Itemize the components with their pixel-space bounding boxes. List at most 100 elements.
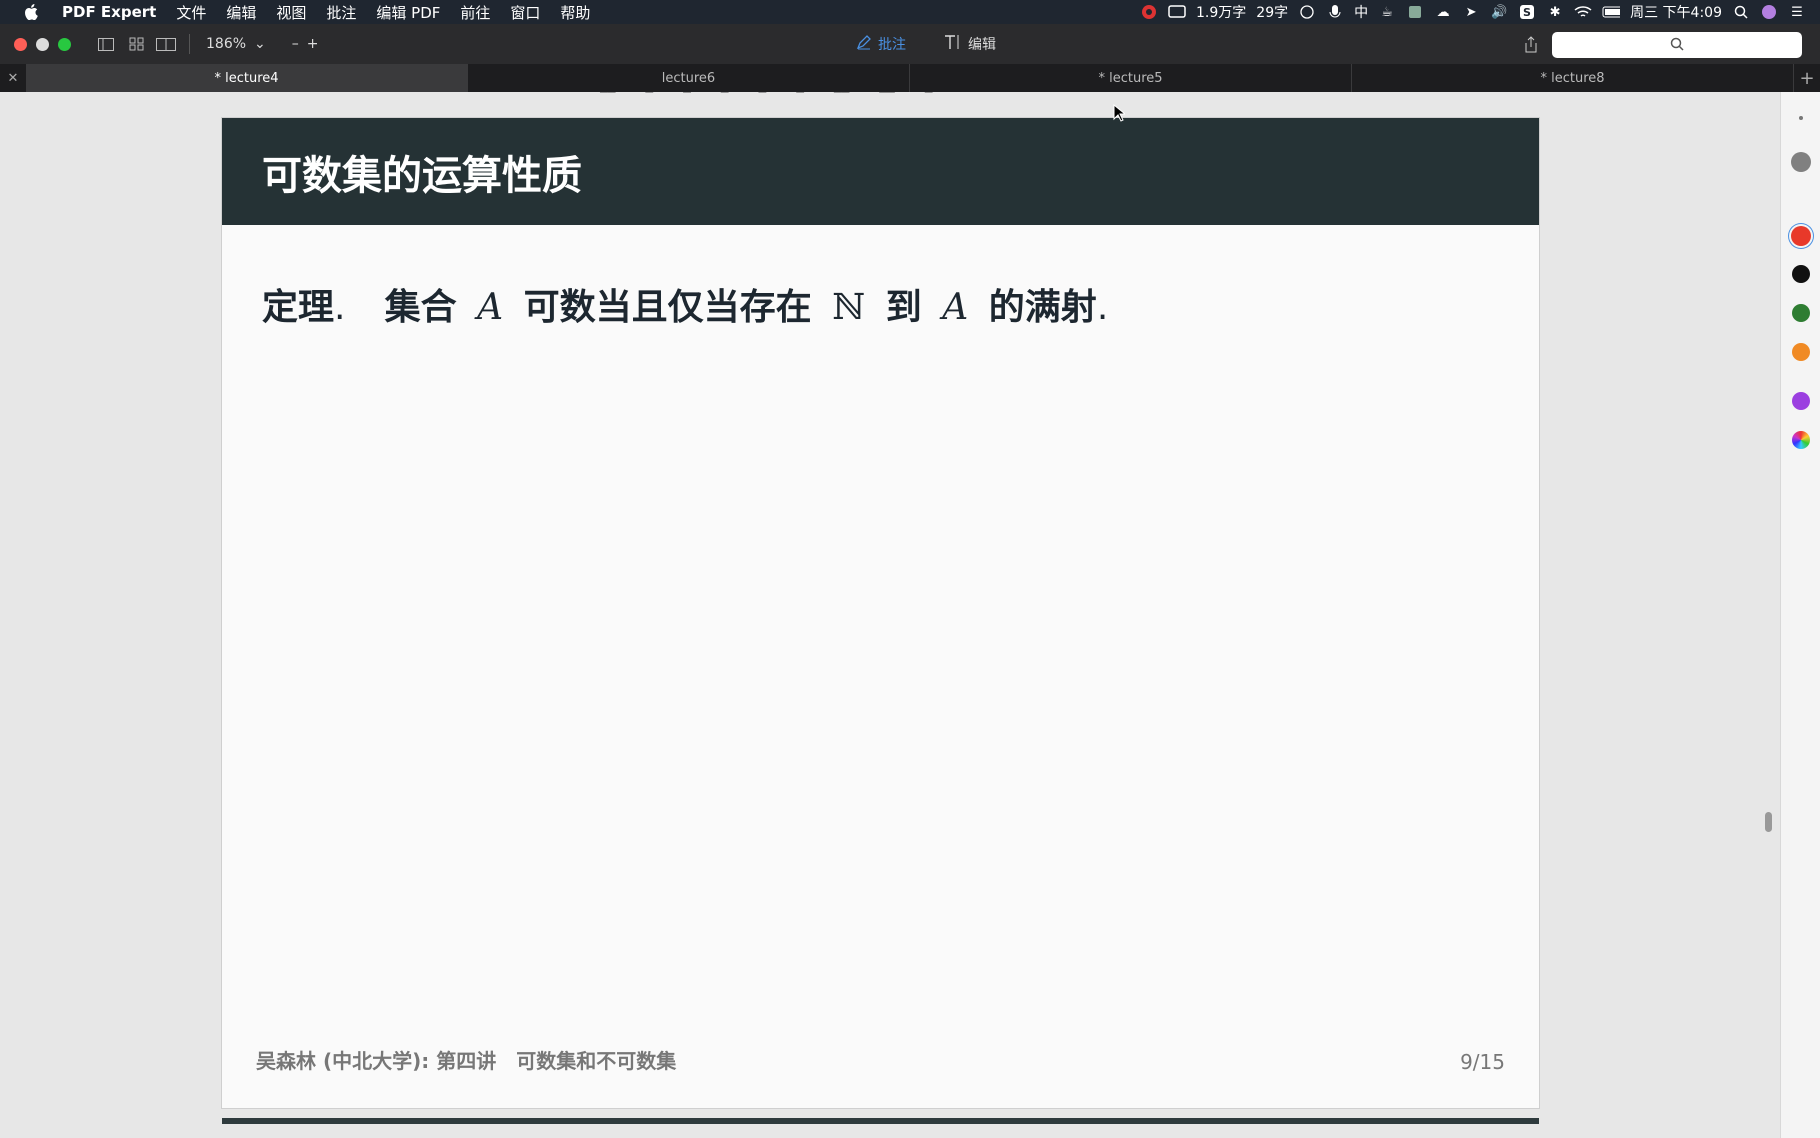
theorem-end-dot: .: [1096, 287, 1109, 328]
menu-annotate[interactable]: 批注: [316, 2, 366, 23]
minimize-window-button[interactable]: [36, 37, 49, 51]
pdf-page[interactable]: 可数集的运算性质 定理. 集合 A 可数当且仅当存在 ℕ 到 A 的满射. 吴森…: [222, 118, 1539, 1108]
theorem-text-3: 到: [885, 287, 922, 328]
next-page-edge: [222, 1118, 1539, 1124]
word-count-status[interactable]: 1.9万字: [1196, 2, 1246, 22]
zoom-out-button[interactable]: –: [292, 36, 299, 52]
ghost-tool-icon: ▀: [683, 92, 691, 99]
search-icon: [1670, 37, 1684, 55]
color-swatch-green[interactable]: [1792, 304, 1810, 322]
svg-text:S: S: [1523, 6, 1531, 19]
spotlight-search-icon[interactable]: [1732, 4, 1750, 20]
document-view[interactable]: ▀▀ ▀ ▀ ▀ ▀ ▀ ▀▀ ▀▀ ▀ 可数集的运算性质 定理. 集合 A 可…: [0, 92, 1780, 1138]
edit-label: 编辑: [968, 37, 996, 53]
smiley-icon[interactable]: [1298, 4, 1316, 20]
slide-footer-author: 吴森林 (中北大学): 第四讲 可数集和不可数集: [256, 1049, 677, 1073]
creative-cloud-icon[interactable]: [1140, 4, 1158, 20]
app-icon[interactable]: [1406, 4, 1424, 20]
menu-go[interactable]: 前往: [450, 2, 500, 23]
battery-icon[interactable]: [1602, 4, 1621, 20]
display-icon[interactable]: [1168, 4, 1186, 20]
app-toolbar: 186% ⌄ – + 批注 编辑: [0, 24, 1820, 64]
clock[interactable]: 周三 下午4:09: [1630, 2, 1722, 22]
scrollbar-thumb[interactable]: [1765, 812, 1772, 832]
theorem-text-4: 的满射: [988, 287, 1097, 328]
input-method-status[interactable]: 中: [1354, 2, 1368, 22]
color-wheel-icon[interactable]: [1792, 431, 1810, 449]
bluetooth-icon[interactable]: ✱: [1546, 4, 1564, 20]
pen-icon: [856, 34, 872, 54]
close-window-button[interactable]: [14, 37, 27, 51]
menu-view[interactable]: 视图: [266, 2, 316, 23]
ghost-tool-icon: ▀: [924, 92, 933, 99]
menu-window[interactable]: 窗口: [500, 2, 550, 23]
slide-header: 可数集的运算性质: [222, 118, 1539, 225]
ghost-tool-icon: ▀: [796, 92, 804, 99]
menu-app-name[interactable]: PDF Expert: [52, 3, 166, 21]
mode-switcher: 批注 编辑: [856, 24, 996, 64]
ghost-tool-icon: ▀: [645, 92, 654, 99]
sidebar-toggle-icon[interactable]: [91, 31, 121, 57]
color-swatch-red[interactable]: [1791, 226, 1811, 246]
notification-center-icon[interactable]: ☰: [1788, 4, 1806, 20]
color-swatch-purple[interactable]: [1792, 392, 1810, 410]
color-swatch-gray[interactable]: [1791, 152, 1811, 172]
math-symbol-n: ℕ: [832, 287, 866, 328]
theorem-text-1: 集合: [384, 287, 457, 328]
share-icon[interactable]: [1518, 31, 1544, 57]
wifi-icon[interactable]: [1574, 4, 1592, 20]
microphone-icon[interactable]: [1326, 4, 1344, 20]
tab-lecture5[interactable]: * lecture5: [910, 64, 1352, 92]
color-swatch-black[interactable]: [1792, 265, 1810, 283]
chevron-down-icon[interactable]: ⌄: [254, 36, 266, 52]
menu-file[interactable]: 文件: [166, 2, 216, 23]
new-tab-button[interactable]: +: [1794, 64, 1820, 92]
siri-icon[interactable]: [1760, 4, 1778, 20]
color-swatch-orange[interactable]: [1792, 343, 1810, 361]
ghost-tool-icon: ▀▀: [600, 92, 616, 99]
ghost-tool-icon: ▀▀: [833, 92, 850, 99]
reading-mode-icon[interactable]: [151, 31, 181, 57]
tab-lecture8[interactable]: * lecture8: [1352, 64, 1794, 92]
annotate-mode-button[interactable]: 批注: [856, 34, 906, 54]
document-tabs: ✕ * lecture4 lecture6 * lecture5 * lectu…: [0, 64, 1820, 92]
coffee-icon[interactable]: ☕: [1378, 4, 1396, 20]
theorem-label: 定理: [262, 287, 335, 328]
toolbar-divider: [189, 34, 190, 54]
annotation-toolbar-remnant: ▀▀ ▀ ▀ ▀ ▀ ▀ ▀▀ ▀▀ ▀: [600, 92, 1140, 102]
theorem-text-2: 可数当且仅当存在: [523, 287, 812, 328]
zoom-level-select[interactable]: 186%: [206, 36, 246, 52]
send-icon[interactable]: ➤: [1462, 4, 1480, 20]
status-area: 1.9万字 29字 中 ☕ ☁ ➤ 🔊 S ✱ 周三 下午4:09 ☰: [1140, 0, 1806, 24]
zoom-in-button[interactable]: +: [307, 36, 319, 52]
math-symbol-a: A: [477, 287, 504, 328]
edit-mode-button[interactable]: 编辑: [944, 34, 996, 54]
menu-help[interactable]: 帮助: [550, 2, 600, 23]
theorem-label-dot: .: [334, 287, 346, 328]
tab-lecture4[interactable]: * lecture4: [26, 64, 468, 92]
math-symbol-a-2: A: [942, 287, 969, 328]
color-palette: [1780, 92, 1820, 1138]
slide-page-number: 9/15: [1460, 1050, 1505, 1074]
close-tab-icon[interactable]: ✕: [0, 64, 26, 92]
cloud-icon[interactable]: ☁: [1434, 4, 1452, 20]
maximize-window-button[interactable]: [58, 37, 71, 51]
zoom-control: 186% ⌄ – +: [206, 36, 319, 52]
char-count-status[interactable]: 29字: [1256, 2, 1288, 22]
ghost-tool-icon: ▀: [720, 92, 729, 99]
menu-edit[interactable]: 编辑: [216, 2, 266, 23]
search-box[interactable]: [1552, 32, 1802, 58]
s-app-icon[interactable]: S: [1518, 4, 1536, 20]
menu-bar: PDF Expert 文件 编辑 视图 批注 编辑 PDF 前往 窗口 帮助 1…: [0, 0, 1820, 24]
menu-edit-pdf[interactable]: 编辑 PDF: [366, 2, 450, 23]
palette-handle-dot: [1799, 116, 1803, 120]
volume-icon[interactable]: 🔊: [1490, 4, 1508, 20]
tab-lecture6[interactable]: lecture6: [468, 64, 910, 92]
annotate-label: 批注: [878, 37, 906, 53]
theorem-statement: 定理. 集合 A 可数当且仅当存在 ℕ 到 A 的满射.: [262, 278, 1108, 330]
slide-title: 可数集的运算性质: [262, 152, 582, 199]
ghost-tool-icon: ▀▀: [879, 92, 895, 99]
apple-icon[interactable]: [18, 0, 44, 24]
thumbnails-icon[interactable]: [121, 31, 151, 57]
ghost-tool-icon: ▀: [758, 92, 767, 99]
